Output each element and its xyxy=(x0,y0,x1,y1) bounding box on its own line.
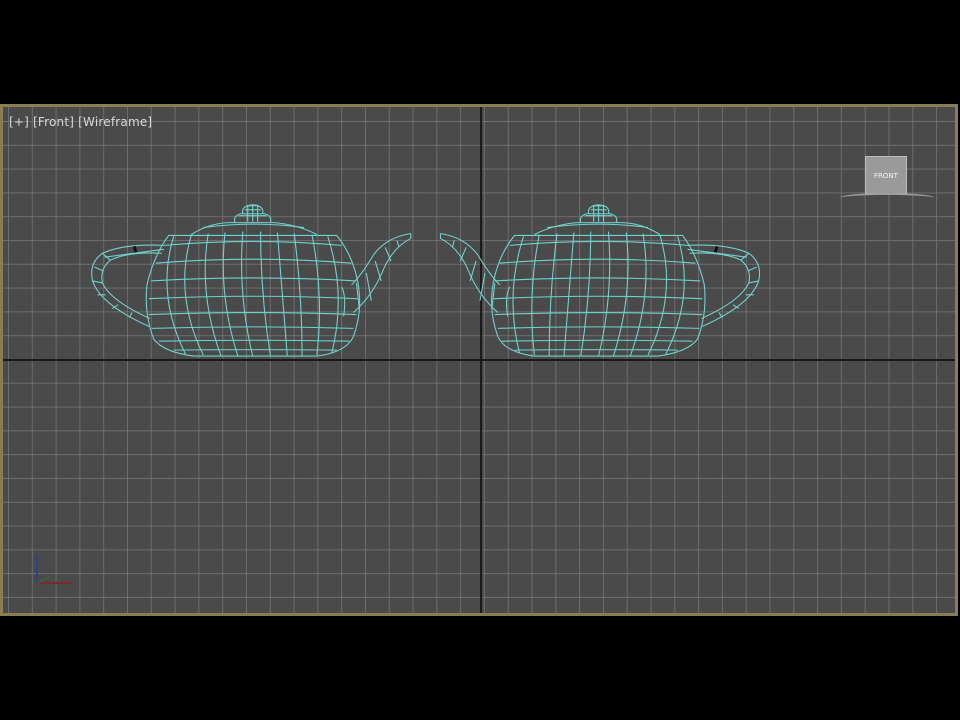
teapot-right[interactable] xyxy=(438,203,762,358)
viewport-label[interactable]: [+] [Front] [Wireframe] xyxy=(9,115,156,129)
front-viewport[interactable]: [+] [Front] [Wireframe] FRONT xyxy=(0,104,958,616)
axis-tripod-icon xyxy=(36,555,71,584)
viewport-shading-mode[interactable]: [Wireframe] xyxy=(78,115,156,129)
viewcube-face-label: FRONT xyxy=(874,172,898,180)
scene-canvas[interactable] xyxy=(3,107,955,613)
viewcube-compass-ring[interactable] xyxy=(839,193,935,203)
viewport-point-of-view[interactable]: [Front] xyxy=(33,115,78,129)
teapot-left[interactable] xyxy=(90,203,413,358)
viewport-menu-plus[interactable]: [+] xyxy=(9,115,33,129)
viewcube[interactable]: FRONT xyxy=(865,156,907,194)
